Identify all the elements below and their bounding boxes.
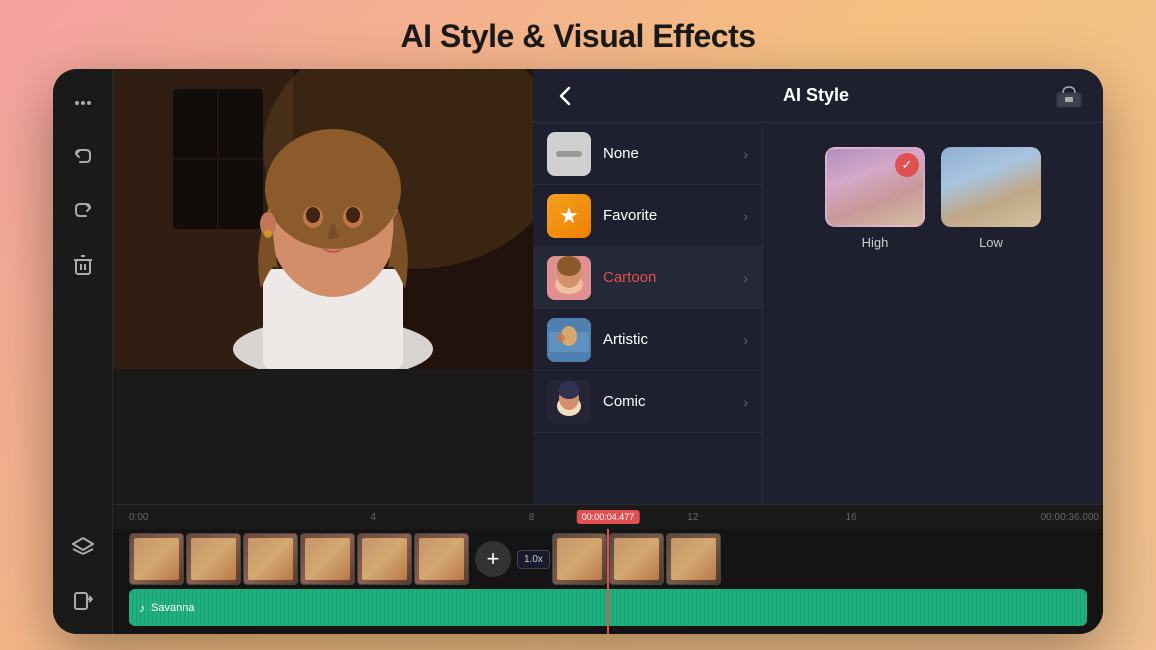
favorite-thumb: ★ <box>547 194 591 238</box>
quality-area: ✓ High Low <box>763 123 1103 504</box>
time-mark-12: 12 <box>687 512 698 523</box>
sidebar-undo-icon[interactable] <box>65 139 101 175</box>
artistic-thumb <box>547 318 591 362</box>
style-label-cartoon: Cartoon <box>603 269 743 286</box>
film-frame-5 <box>357 533 412 585</box>
none-thumb <box>547 132 591 176</box>
ai-style-panel: AI Style <box>533 69 1103 504</box>
film-frame-3 <box>243 533 298 585</box>
video-preview-inner <box>113 69 533 369</box>
quality-label-high: High <box>862 235 889 250</box>
style-item-artistic[interactable]: Artistic › <box>533 309 762 371</box>
favorite-chevron: › <box>743 208 748 224</box>
style-item-comic[interactable]: Comic › <box>533 371 762 433</box>
quality-card-high[interactable]: ✓ High <box>825 147 925 250</box>
sidebar-redo-icon[interactable] <box>65 193 101 229</box>
page-title: AI Style & Visual Effects <box>400 18 755 55</box>
style-label-comic: Comic <box>603 393 743 410</box>
film-frame-7 <box>552 533 607 585</box>
film-frame-1 <box>129 533 184 585</box>
sidebar-delete-icon[interactable] <box>65 247 101 283</box>
tablet-frame: AI Style <box>53 69 1103 634</box>
left-sidebar <box>53 69 113 634</box>
quality-card-low[interactable]: Low <box>941 147 1041 250</box>
main-area: AI Style <box>113 69 1103 634</box>
time-start: 0:00 <box>129 512 148 523</box>
style-item-favorite[interactable]: ★ Favorite › <box>533 185 762 247</box>
comic-chevron: › <box>743 394 748 410</box>
time-mark-8: 8 <box>529 512 535 523</box>
editor-top: AI Style <box>113 69 1103 504</box>
time-end: 00:00:36.000 <box>1041 512 1099 523</box>
video-preview <box>113 69 533 369</box>
style-list: None › ★ Favorite › <box>533 123 763 504</box>
panel-title: AI Style <box>581 85 1051 106</box>
store-button[interactable] <box>1051 78 1087 114</box>
sidebar-more-icon[interactable] <box>65 85 101 121</box>
film-frame-2 <box>186 533 241 585</box>
add-clip-button[interactable]: + <box>475 541 511 577</box>
timeline-ruler: 0:00 4 8 12 16 00:00:04.477 00:00:36.000 <box>113 505 1103 529</box>
style-label-favorite: Favorite <box>603 207 743 224</box>
film-frame-6 <box>414 533 469 585</box>
quality-cards: ✓ High Low <box>779 139 1087 250</box>
film-frame-9 <box>666 533 721 585</box>
time-mark-16: 16 <box>846 512 857 523</box>
artistic-chevron: › <box>743 332 748 348</box>
comic-thumb <box>547 380 591 424</box>
playhead-time: 00:00:04.477 <box>577 510 640 524</box>
cartoon-chevron: › <box>743 270 748 286</box>
timeline-area: 0:00 4 8 12 16 00:00:04.477 00:00:36.000 <box>113 504 1103 634</box>
film-frame-4 <box>300 533 355 585</box>
playhead-line <box>607 529 609 634</box>
quality-label-low: Low <box>979 235 1003 250</box>
style-label-artistic: Artistic <box>603 331 743 348</box>
back-button[interactable] <box>549 80 581 112</box>
style-label-none: None <box>603 145 743 162</box>
style-item-none[interactable]: None › <box>533 123 762 185</box>
sidebar-export-icon[interactable] <box>65 582 101 618</box>
quality-img-high: ✓ <box>825 147 925 227</box>
high-selected-badge: ✓ <box>895 153 919 177</box>
panel-body: None › ★ Favorite › <box>533 123 1103 504</box>
none-chevron: › <box>743 146 748 162</box>
audio-label: Savanna <box>151 602 194 614</box>
film-frame-8 <box>609 533 664 585</box>
tablet-content: AI Style <box>53 69 1103 634</box>
tracks-container: + 1.0x ♪ Savanna <box>113 529 1103 634</box>
sidebar-layers-icon[interactable] <box>65 528 101 564</box>
quality-img-low <box>941 147 1041 227</box>
cartoon-thumb <box>547 256 591 300</box>
panel-header: AI Style <box>533 69 1103 123</box>
speed-badge[interactable]: 1.0x <box>517 550 550 569</box>
audio-icon: ♪ <box>139 601 145 615</box>
style-item-cartoon[interactable]: Cartoon › <box>533 247 762 309</box>
time-mark-4: 4 <box>370 512 376 523</box>
